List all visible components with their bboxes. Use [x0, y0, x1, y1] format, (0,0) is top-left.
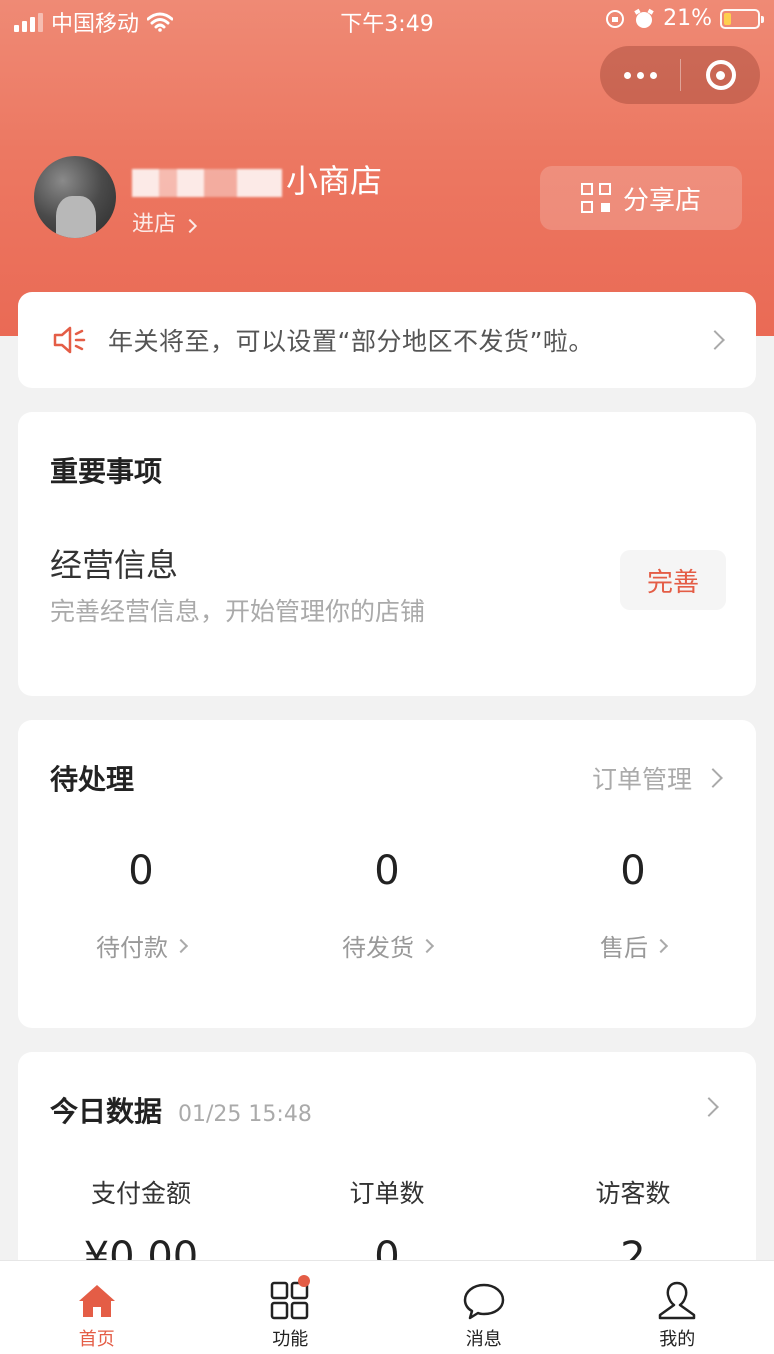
battery-level — [724, 12, 731, 25]
chevron-right-icon — [705, 330, 725, 350]
stat-after-sales[interactable]: 0 售后 — [510, 848, 756, 963]
notice-text: 年关将至，可以设置“部分地区不发货”啦。 — [108, 327, 594, 356]
avatar[interactable] — [34, 156, 116, 238]
battery-icon — [720, 8, 764, 29]
pending-title: 待处理 — [50, 763, 135, 796]
chevron-right-icon[interactable] — [699, 1097, 719, 1117]
notification-dot — [297, 1275, 310, 1287]
chevron-right-icon — [653, 938, 669, 953]
complete-button[interactable]: 完善 — [620, 550, 726, 610]
order-management-label: 订单管理 — [591, 765, 692, 794]
enter-store-link[interactable]: 进店 — [132, 206, 198, 238]
chevron-right-icon — [703, 768, 723, 788]
today-title-label: 今日数据 — [50, 1095, 163, 1128]
more-dots-icon[interactable] — [600, 46, 680, 104]
tab-me[interactable]: 我的 — [581, 1261, 774, 1354]
user-icon — [659, 1281, 696, 1320]
stat-value: 0 — [128, 848, 154, 894]
tab-bar: 首页 功能 消息 我的 — [0, 1260, 774, 1354]
chevron-right-icon — [173, 938, 189, 953]
battery-percent: 21% — [663, 6, 712, 31]
tab-label: 我的 — [659, 1329, 696, 1350]
pending-stats: 0 待付款 0 待发货 0 售后 — [18, 848, 756, 963]
pending-card: 待处理 订单管理 0 待付款 0 待发货 0 售后 — [18, 720, 756, 1028]
chevron-right-icon — [182, 218, 198, 234]
blurred-name — [132, 169, 282, 197]
stat-awaiting-payment[interactable]: 0 待付款 — [18, 848, 264, 963]
alarm-icon — [634, 8, 654, 28]
stat-label: 待发货 — [342, 934, 414, 962]
tab-messages[interactable]: 消息 — [387, 1261, 581, 1354]
tab-functions[interactable]: 功能 — [194, 1261, 388, 1354]
status-right: 21% — [605, 6, 764, 31]
biz-info-desc: 完善经营信息，开始管理你的店铺 — [50, 597, 426, 626]
stat-label: 访客数 — [595, 1179, 671, 1208]
order-management-link[interactable]: 订单管理 — [591, 760, 723, 796]
rotation-lock-icon — [606, 9, 625, 28]
tab-label: 首页 — [78, 1329, 115, 1350]
share-store-button[interactable]: 分享店 — [540, 166, 742, 230]
important-card: 重要事项 经营信息 完善经营信息，开始管理你的店铺 完善 — [18, 412, 756, 696]
home-icon — [78, 1285, 115, 1317]
store-name: 小商店 — [132, 156, 382, 202]
status-bar: 中国移动 下午3:49 21% — [0, 0, 774, 40]
stat-value: 0 — [620, 848, 646, 894]
speaker-icon — [52, 325, 88, 355]
message-icon — [463, 1283, 504, 1320]
target-close-icon[interactable] — [681, 46, 760, 104]
share-label: 分享店 — [622, 185, 701, 216]
enter-store-label: 进店 — [132, 212, 177, 237]
today-title: 今日数据 01/25 15:48 — [50, 1090, 312, 1130]
today-timestamp: 01/25 15:48 — [178, 1102, 312, 1127]
chevron-right-icon — [419, 938, 435, 953]
tab-home[interactable]: 首页 — [0, 1261, 194, 1354]
tab-label: 消息 — [465, 1329, 502, 1350]
notice-banner[interactable]: 年关将至，可以设置“部分地区不发货”啦。 — [18, 292, 756, 388]
store-name-suffix: 小商店 — [286, 162, 383, 200]
stat-label: 售后 — [600, 934, 648, 962]
qr-code-icon — [580, 183, 611, 213]
mini-program-capsule — [600, 46, 760, 104]
important-title: 重要事项 — [50, 455, 163, 488]
stat-label: 支付金额 — [90, 1179, 191, 1208]
stat-label: 待付款 — [96, 934, 168, 962]
tab-label: 功能 — [272, 1329, 309, 1350]
stat-label: 订单数 — [349, 1179, 425, 1208]
stat-awaiting-shipment[interactable]: 0 待发货 — [264, 848, 510, 963]
biz-info-title: 经营信息 — [50, 546, 179, 584]
stat-value: 0 — [374, 848, 400, 894]
